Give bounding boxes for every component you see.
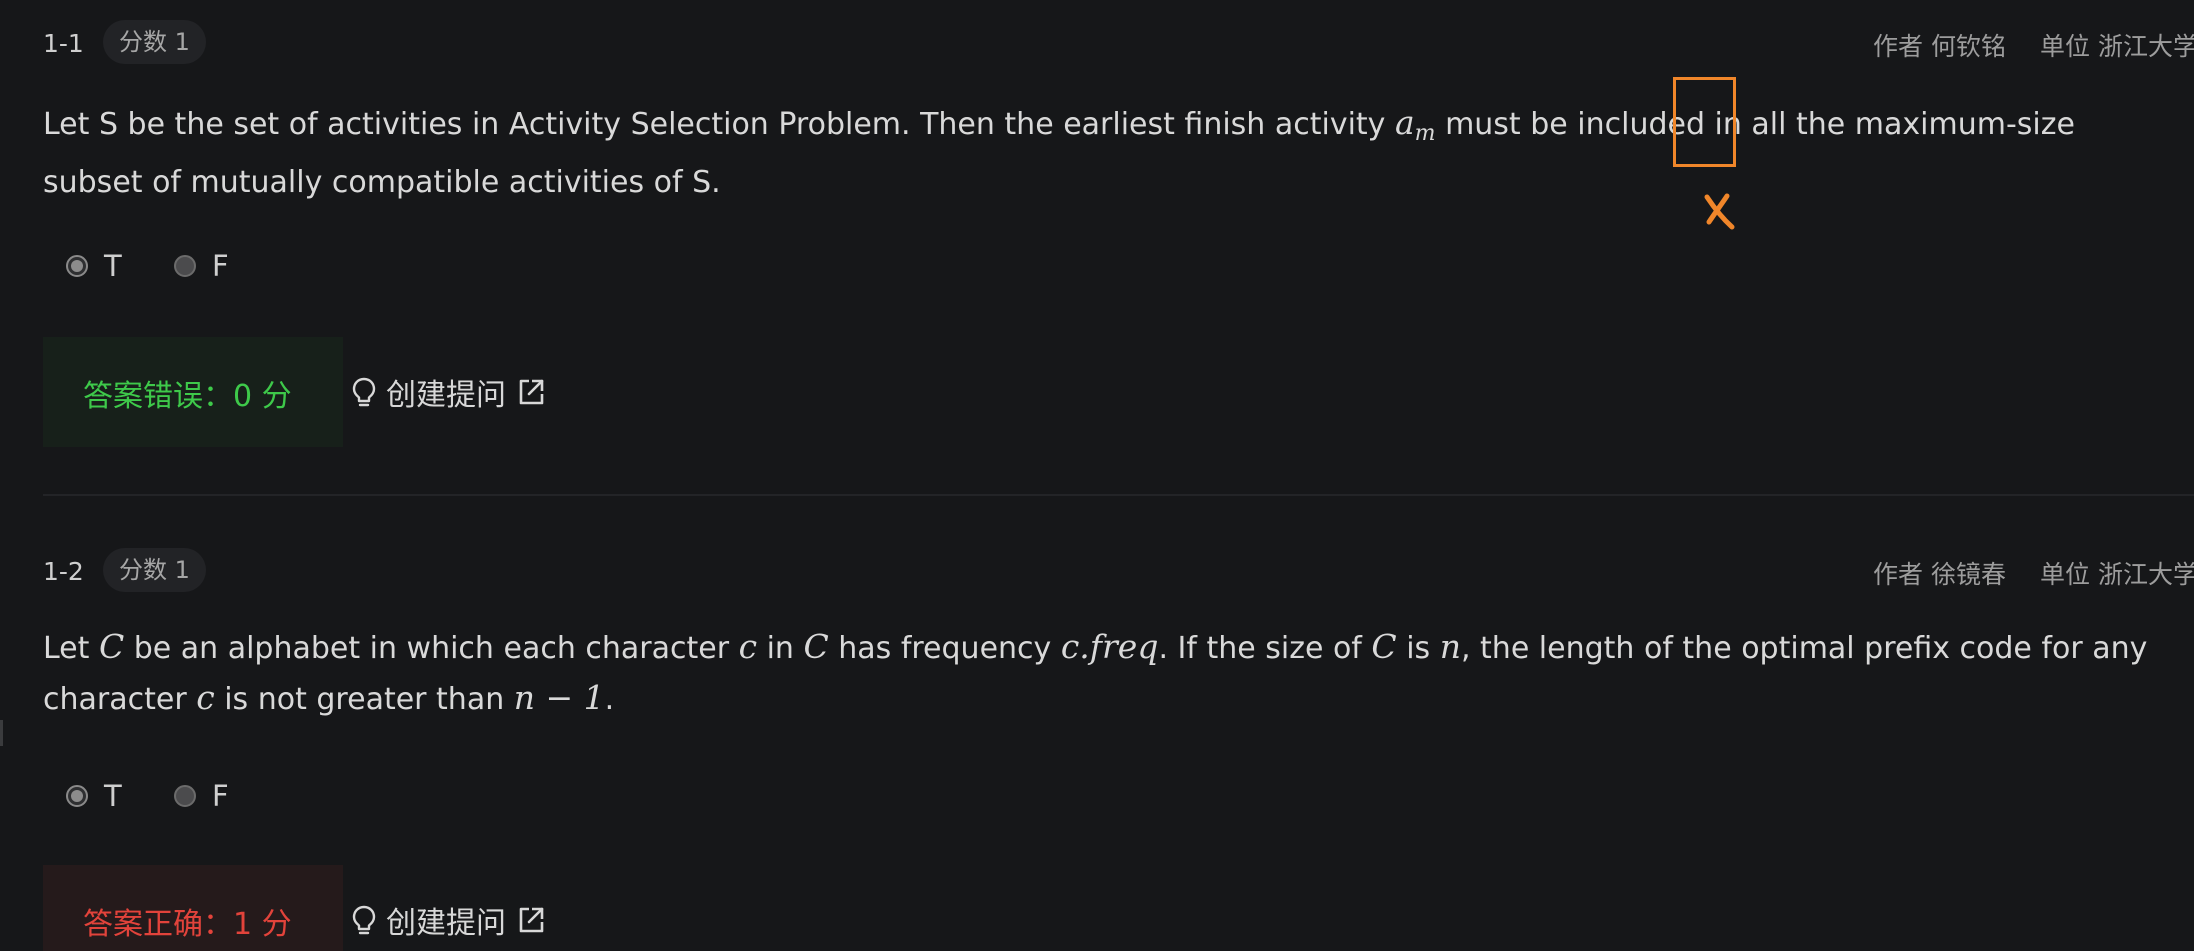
question-1-2: 1-2 分数 1 作者 徐镜春 单位 浙江大学 Let C be an alph… xyxy=(0,528,2194,951)
question-text-part: be an alphabet in which each character xyxy=(124,631,739,666)
result-text: 答案正确：1 分 xyxy=(83,907,292,942)
score-badge: 分数 1 xyxy=(103,548,206,592)
option-label: F xyxy=(212,779,229,813)
result-box: 答案错误：0 分 xyxy=(43,337,343,447)
external-link-icon xyxy=(519,907,544,933)
create-question-link[interactable]: 创建提问 xyxy=(350,370,546,414)
radio-false[interactable] xyxy=(174,785,196,807)
question-number: 1-2 xyxy=(43,557,84,586)
math-symbol: C xyxy=(98,627,125,666)
score-badge: 分数 1 xyxy=(103,20,206,64)
math-a-m: am xyxy=(1394,103,1436,146)
annotation-highlight-box xyxy=(1673,77,1736,167)
math-symbol: c.freq xyxy=(1060,627,1159,666)
cross-mark-icon xyxy=(1704,193,1735,230)
result-text: 答案错误：0 分 xyxy=(83,379,292,414)
math-symbol: n − 1 xyxy=(513,678,605,717)
math-symbol: c xyxy=(196,678,215,717)
lightbulb-icon xyxy=(352,905,376,935)
radio-false[interactable] xyxy=(174,255,196,277)
option-label: T xyxy=(104,779,122,813)
math-symbol: c xyxy=(738,627,758,666)
question-text: Let C be an alphabet in which each chara… xyxy=(43,622,2153,724)
question-text-part: Let xyxy=(43,631,99,666)
question-text-part: Let S be the set of activities in Activi… xyxy=(43,107,1395,142)
math-symbol: C xyxy=(803,627,829,666)
question-text-part: is not greater than xyxy=(214,682,514,717)
hint-label: 创建提问 xyxy=(386,378,506,413)
question-meta: 1-1 分数 1 作者 何钦铭 单位 浙江大学 xyxy=(43,20,2194,64)
math-base: a xyxy=(1394,103,1415,142)
option-false[interactable]: F xyxy=(174,776,229,816)
question-text-part: is xyxy=(1396,631,1440,666)
question-text-part: in xyxy=(757,631,804,666)
side-scroll-tab[interactable] xyxy=(0,720,3,746)
unit-label: 单位 浙江大学 xyxy=(2040,560,2194,589)
create-question-link[interactable]: 创建提问 xyxy=(350,898,546,942)
unit-label: 单位 浙江大学 xyxy=(2040,32,2194,61)
hint-label: 创建提问 xyxy=(386,906,506,941)
math-symbol: C xyxy=(1371,627,1397,666)
question-1-1: 1-1 分数 1 作者 何钦铭 单位 浙江大学 Let S be the set… xyxy=(0,0,2194,500)
question-meta: 1-2 分数 1 作者 徐镜春 单位 浙江大学 xyxy=(43,548,2194,592)
option-true[interactable]: T xyxy=(66,246,122,286)
question-text: Let S be the set of activities in Activi… xyxy=(43,98,2153,207)
question-number: 1-1 xyxy=(43,29,84,58)
question-text-part: has frequency xyxy=(828,631,1061,666)
option-label: F xyxy=(212,249,229,283)
option-false[interactable]: F xyxy=(174,246,229,286)
radio-true[interactable] xyxy=(66,785,88,807)
external-link-icon xyxy=(519,379,544,405)
option-true[interactable]: T xyxy=(66,776,122,816)
math-symbol: n xyxy=(1439,627,1461,666)
question-text-part: . If the size of xyxy=(1158,631,1372,666)
lightbulb-icon xyxy=(352,377,376,407)
radio-true[interactable] xyxy=(66,255,88,277)
question-text-part: . xyxy=(604,682,615,717)
result-box: 答案正确：1 分 xyxy=(43,865,343,951)
question-divider xyxy=(43,494,2194,496)
option-label: T xyxy=(104,249,122,283)
author-label: 作者 徐镜春 xyxy=(1873,560,2006,589)
author-label: 作者 何钦铭 xyxy=(1873,32,2006,61)
math-subscript: m xyxy=(1414,121,1436,146)
